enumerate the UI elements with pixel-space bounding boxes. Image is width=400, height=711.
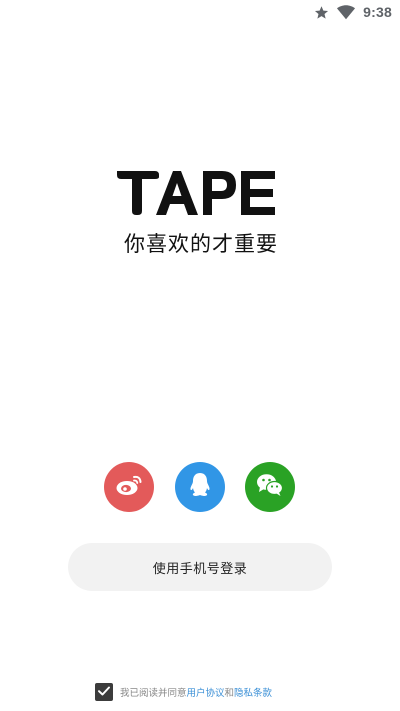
- phone-login-button[interactable]: 使用手机号登录: [68, 543, 332, 591]
- star-icon: [314, 5, 329, 20]
- status-bar: 9:38: [0, 0, 400, 24]
- slogan: 你喜欢的才重要: [124, 232, 278, 256]
- user-agreement-link[interactable]: 用户协议: [187, 685, 225, 699]
- agreement-row: 我已阅读并同意 用户协议 和 隐私条款: [95, 682, 272, 702]
- social-login-row: [104, 462, 296, 512]
- qq-icon: [189, 472, 211, 502]
- wechat-login-button[interactable]: [245, 462, 295, 512]
- status-time: 9:38: [363, 4, 392, 20]
- tape-logo: [115, 168, 277, 218]
- check-icon: [97, 683, 111, 702]
- status-icons: 9:38: [314, 3, 392, 21]
- login-screen: 9:38 你喜欢的才重要 使用手机号登录 我已阅读并同意 用户协议 和 隐私条款: [0, 0, 400, 711]
- weibo-icon: [115, 473, 143, 501]
- wechat-icon: [256, 473, 284, 501]
- qq-login-button[interactable]: [175, 462, 225, 512]
- agreement-conjunction: 和: [224, 688, 235, 699]
- weibo-login-button[interactable]: [104, 462, 154, 512]
- wifi-icon: [337, 4, 356, 20]
- agreement-checkbox[interactable]: [95, 683, 113, 701]
- agreement-prefix: 我已阅读并同意: [120, 688, 187, 699]
- privacy-terms-link[interactable]: 隐私条款: [234, 685, 272, 699]
- phone-login-label: 使用手机号登录: [152, 561, 248, 577]
